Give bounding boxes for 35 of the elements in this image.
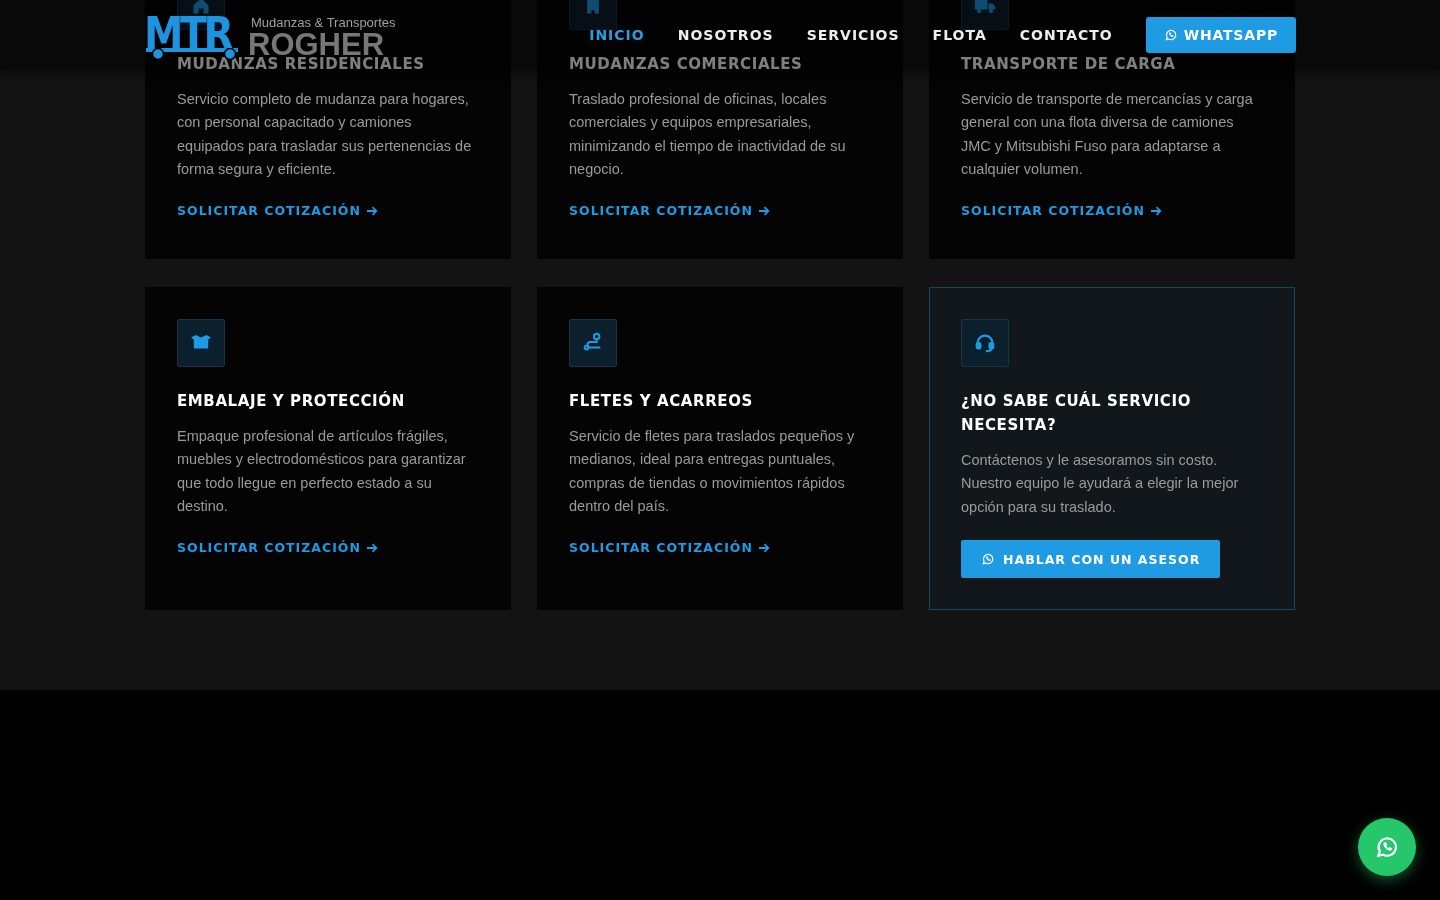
quote-link[interactable]: SOLICITAR COTIZACIÓN: [569, 540, 770, 556]
card-title: FLETES Y ACARREOS: [569, 391, 754, 413]
card-description: Servicio completo de mudanza para hogares, con personal capacitado y camiones equipados para trasladar sus pertenencias de forma segura y eficiente.: [177, 90, 473, 179]
card-description: Contáctenos y le asesoramos sin costo. Nuestro equipo le ayudará a elegir la mejor opción para su traslado.: [961, 451, 1240, 517]
card-description: Servicio de fletes para traslados pequeños y medianos, ideal para entregas puntuales, compras de tiendas o movimientos rápidos dentro del país.: [569, 427, 856, 517]
card-description: Servicio de transporte de mercancías y carga general con una flota diversa de camiones JMC y Mitsubishi Fuso para adaptarse a cualquier volumen.: [961, 90, 1254, 179]
nav-link[interactable]: NOSOTROS: [677, 27, 774, 43]
card-title: MUDANZAS COMERCIALES: [569, 54, 804, 75]
card-title: TRANSPORTE DE CARGA: [961, 54, 1177, 75]
whatsapp-icon: [981, 552, 995, 567]
arrow-right-icon: [366, 542, 378, 553]
arrow-right-icon: [758, 205, 770, 216]
quote-link[interactable]: SOLICITAR COTIZACIÓN: [569, 203, 770, 219]
arrow-right-icon: [366, 205, 378, 216]
quote-link[interactable]: SOLICITAR COTIZACIÓN: [961, 203, 1162, 219]
logo-tagline: Mudanzas & Transportes: [251, 16, 396, 30]
nav-link[interactable]: INICIO: [589, 27, 645, 43]
quote-link[interactable]: SOLICITAR COTIZACIÓN: [177, 540, 378, 556]
card-description: Empaque profesional de artículos frágiles, muebles y electrodomésticos para garantizar que todo llegue en perfecto estado a su destino.: [177, 427, 467, 517]
nav-link[interactable]: CONTACTO: [1019, 27, 1113, 43]
whatsapp-icon: [1163, 28, 1178, 42]
whatsapp-icon: [1374, 834, 1400, 860]
logo-mark: MTR: [144, 14, 229, 54]
arrow-right-icon: [1150, 205, 1162, 216]
quote-link[interactable]: SOLICITAR COTIZACIÓN: [177, 203, 378, 219]
arrow-right-icon: [758, 542, 770, 553]
house-icon: [191, 0, 211, 16]
nav-link[interactable]: SERVICIOS: [806, 27, 900, 43]
whatsapp-chat-button[interactable]: [1358, 818, 1416, 876]
card-title: EMBALAJE Y PROTECCIÓN: [177, 390, 406, 413]
truck-icon: [974, 0, 996, 16]
card-title: ¿NO SABE CUÁL SERVICIO NECESITA?: [961, 390, 1192, 437]
card-description: Traslado profesional de oficinas, locales comerciales y equipos empresariales, minimizando el tiempo de inactividad de su negocio.: [569, 90, 847, 179]
headset-icon: [974, 332, 996, 355]
nav-link[interactable]: FLOTA: [932, 27, 987, 43]
